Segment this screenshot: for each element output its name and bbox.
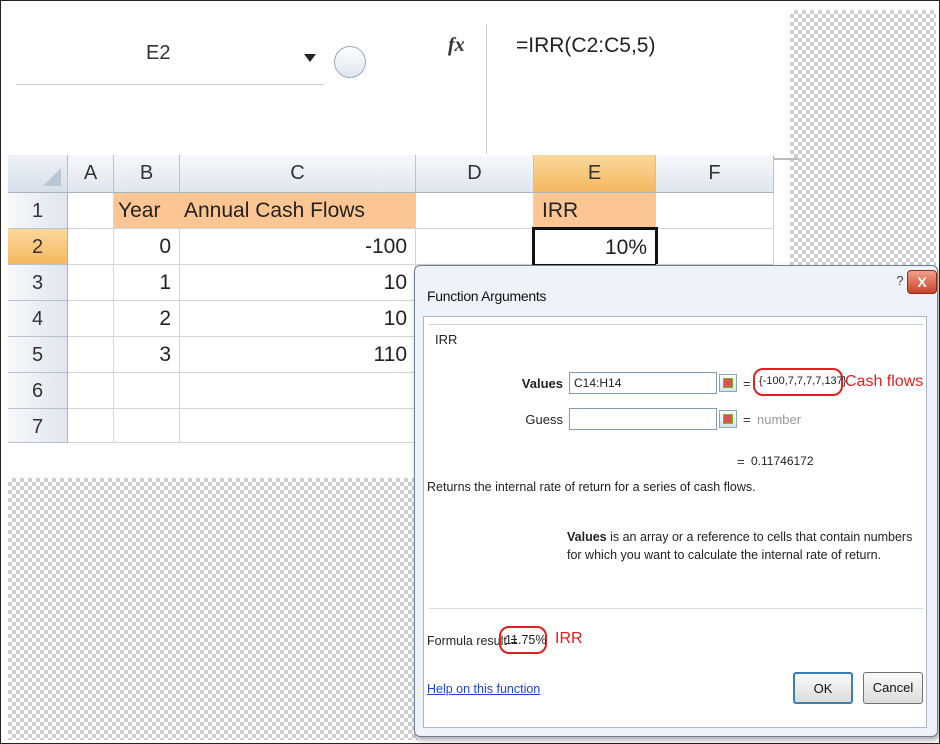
cell-e1[interactable]: IRR: [534, 193, 656, 229]
cell-a5[interactable]: [68, 337, 114, 373]
row-header-3[interactable]: 3: [8, 265, 68, 301]
cell-a2[interactable]: [68, 229, 114, 265]
cell-d1[interactable]: [416, 193, 534, 229]
result-equals: =: [737, 454, 745, 469]
row-header-1[interactable]: 1: [8, 193, 68, 229]
cell-c4[interactable]: 10: [180, 301, 416, 337]
select-all-corner[interactable]: [8, 155, 68, 193]
row-header-7[interactable]: 7: [8, 409, 68, 443]
guess-equals: =: [743, 412, 751, 427]
values-result: {-100,7,7,7,7,137}: [759, 375, 847, 387]
cell-d2[interactable]: [416, 229, 534, 265]
cell-f2[interactable]: [656, 229, 774, 265]
argument-description-label: Values: [567, 530, 607, 544]
argument-description: Values is an array or a reference to cel…: [567, 528, 927, 564]
formula-result-value: 11.75%: [505, 633, 547, 647]
column-header-d[interactable]: D: [416, 155, 534, 193]
row-header-5[interactable]: 5: [8, 337, 68, 373]
cell-b3[interactable]: 1: [114, 265, 180, 301]
transparency-background-right: [790, 10, 936, 270]
chevron-down-icon[interactable]: [304, 54, 316, 62]
collapse-dialog-icon[interactable]: [719, 374, 737, 392]
column-header-a[interactable]: A: [68, 155, 114, 193]
cancel-formula-icon[interactable]: [334, 46, 366, 78]
formula-input[interactable]: =IRR(C2:C5,5): [516, 34, 655, 58]
collapse-dialog-icon[interactable]: [719, 410, 737, 428]
formula-bar-divider: [486, 24, 487, 154]
guess-hint: number: [757, 412, 802, 427]
help-on-function-link[interactable]: Help on this function: [427, 682, 540, 696]
column-header-c[interactable]: C: [180, 155, 416, 193]
cell-a6[interactable]: [68, 373, 114, 409]
formula-bar: E2 fx =IRR(C2:C5,5): [8, 10, 798, 160]
name-box[interactable]: E2: [16, 24, 366, 85]
cell-b2[interactable]: 0: [114, 229, 180, 265]
row-header-2[interactable]: 2: [8, 229, 68, 265]
column-header-b[interactable]: B: [114, 155, 180, 193]
cell-a1[interactable]: [68, 193, 114, 229]
ok-button[interactable]: OK: [793, 672, 853, 704]
transparency-background-bottom: [8, 478, 418, 740]
argument-description-text: is an array or a reference to cells that…: [567, 530, 913, 562]
cell-a3[interactable]: [68, 265, 114, 301]
close-button[interactable]: X: [907, 270, 937, 294]
values-input[interactable]: C14:H14: [569, 372, 717, 394]
column-header-f[interactable]: F: [656, 155, 774, 193]
cell-b7[interactable]: [114, 409, 180, 443]
insert-function-icon[interactable]: fx: [448, 34, 465, 57]
irr-annotation: IRR: [555, 630, 583, 647]
cell-e2-active[interactable]: 10%: [532, 227, 658, 267]
cell-f1[interactable]: [656, 193, 774, 229]
row-header-6[interactable]: 6: [8, 373, 68, 409]
cell-a7[interactable]: [68, 409, 114, 443]
cell-b1[interactable]: Year: [114, 193, 180, 229]
values-label: Values: [521, 376, 563, 391]
column-header-e[interactable]: E: [534, 155, 656, 193]
function-arguments-dialog: Function Arguments ? X IRR Values C14:H1…: [414, 265, 938, 737]
cell-c2[interactable]: -100: [180, 229, 416, 265]
cell-c6[interactable]: [180, 373, 416, 409]
cell-c5[interactable]: 110: [180, 337, 416, 373]
function-description: Returns the internal rate of return for …: [427, 480, 756, 494]
cell-a4[interactable]: [68, 301, 114, 337]
guess-input[interactable]: [569, 408, 717, 430]
dialog-separator: [429, 608, 923, 609]
cancel-button[interactable]: Cancel: [863, 672, 923, 704]
cell-c1[interactable]: Annual Cash Flows: [180, 193, 416, 229]
function-name: IRR: [435, 332, 458, 347]
cell-c3[interactable]: 10: [180, 265, 416, 301]
function-group-box: [429, 324, 923, 473]
calculated-result: 0.11746172: [751, 454, 814, 468]
name-box-value: E2: [146, 42, 171, 64]
values-equals: =: [743, 376, 751, 391]
cell-c7[interactable]: [180, 409, 416, 443]
dialog-title: Function Arguments: [427, 288, 547, 304]
cell-b4[interactable]: 2: [114, 301, 180, 337]
cash-flows-annotation: Cash flows: [845, 373, 924, 390]
cell-b6[interactable]: [114, 373, 180, 409]
guess-label: Guess: [525, 412, 563, 427]
corner-triangle-icon: [43, 168, 61, 186]
cell-b5[interactable]: 3: [114, 337, 180, 373]
row-header-4[interactable]: 4: [8, 301, 68, 337]
